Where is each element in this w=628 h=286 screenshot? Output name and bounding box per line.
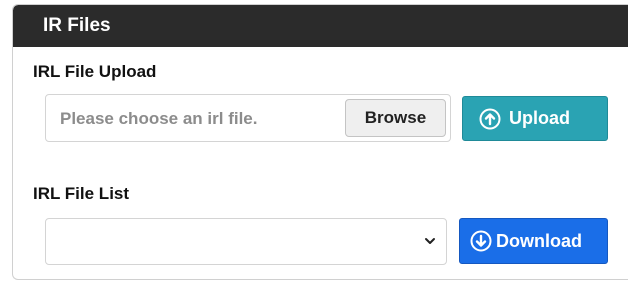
- irl-file-select[interactable]: [45, 218, 447, 265]
- ir-files-panel: IR Files IRL File Upload Please choose a…: [12, 4, 628, 280]
- irl-file-list-label: IRL File List: [33, 184, 130, 203]
- irl-file-input[interactable]: Please choose an irl file. Browse: [45, 94, 451, 142]
- upload-button[interactable]: Upload: [462, 96, 608, 141]
- upload-button-label: Upload: [509, 108, 570, 128]
- panel-header: IR Files: [13, 5, 628, 47]
- download-button[interactable]: Download: [459, 218, 608, 264]
- file-input-placeholder: Please choose an irl file.: [60, 109, 258, 128]
- arrow-down-circle-icon: [470, 230, 492, 252]
- panel-title: IR Files: [43, 15, 111, 36]
- irl-file-upload-label: IRL File Upload: [33, 62, 157, 81]
- browse-button[interactable]: Browse: [345, 99, 446, 137]
- download-button-label: Download: [496, 230, 582, 251]
- chevron-down-icon: [425, 238, 435, 244]
- arrow-up-circle-icon: [479, 108, 501, 129]
